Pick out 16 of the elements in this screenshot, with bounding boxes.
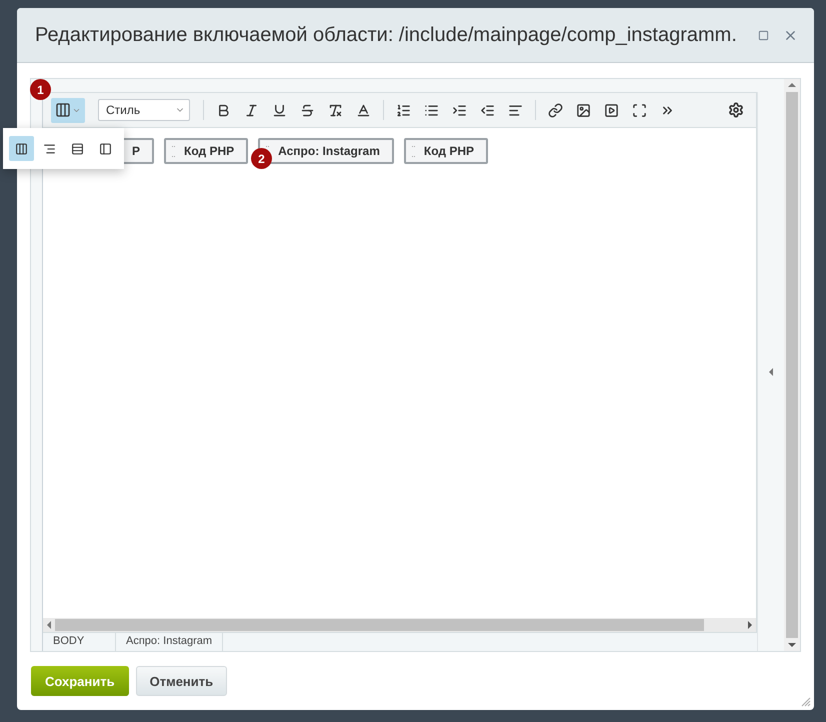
columns-icon[interactable] bbox=[9, 136, 34, 161]
window-title: Редактирование включаемой области: /include/mainpage/comp_instagramm. bbox=[35, 24, 738, 46]
breadcrumb-item[interactable]: Аспро: Instagram bbox=[116, 633, 224, 651]
component-block[interactable]: Код PHP bbox=[164, 138, 248, 164]
breadcrumb-item[interactable]: BODY bbox=[43, 633, 116, 651]
vertical-scrollbar[interactable] bbox=[784, 79, 800, 651]
collapse-arrow-icon[interactable] bbox=[769, 368, 773, 376]
columns-icon bbox=[55, 102, 71, 118]
maximize-icon bbox=[758, 30, 769, 40]
view-mode-button[interactable] bbox=[51, 98, 85, 122]
cancel-button[interactable]: Отменить bbox=[136, 666, 228, 696]
horizontal-scrollbar[interactable] bbox=[43, 618, 757, 632]
component-block[interactable]: Код PHP bbox=[404, 138, 488, 164]
style-select[interactable]: Стиль bbox=[98, 99, 190, 121]
resize-grip-icon[interactable] bbox=[799, 695, 811, 707]
step-marker: 1 bbox=[30, 79, 51, 100]
